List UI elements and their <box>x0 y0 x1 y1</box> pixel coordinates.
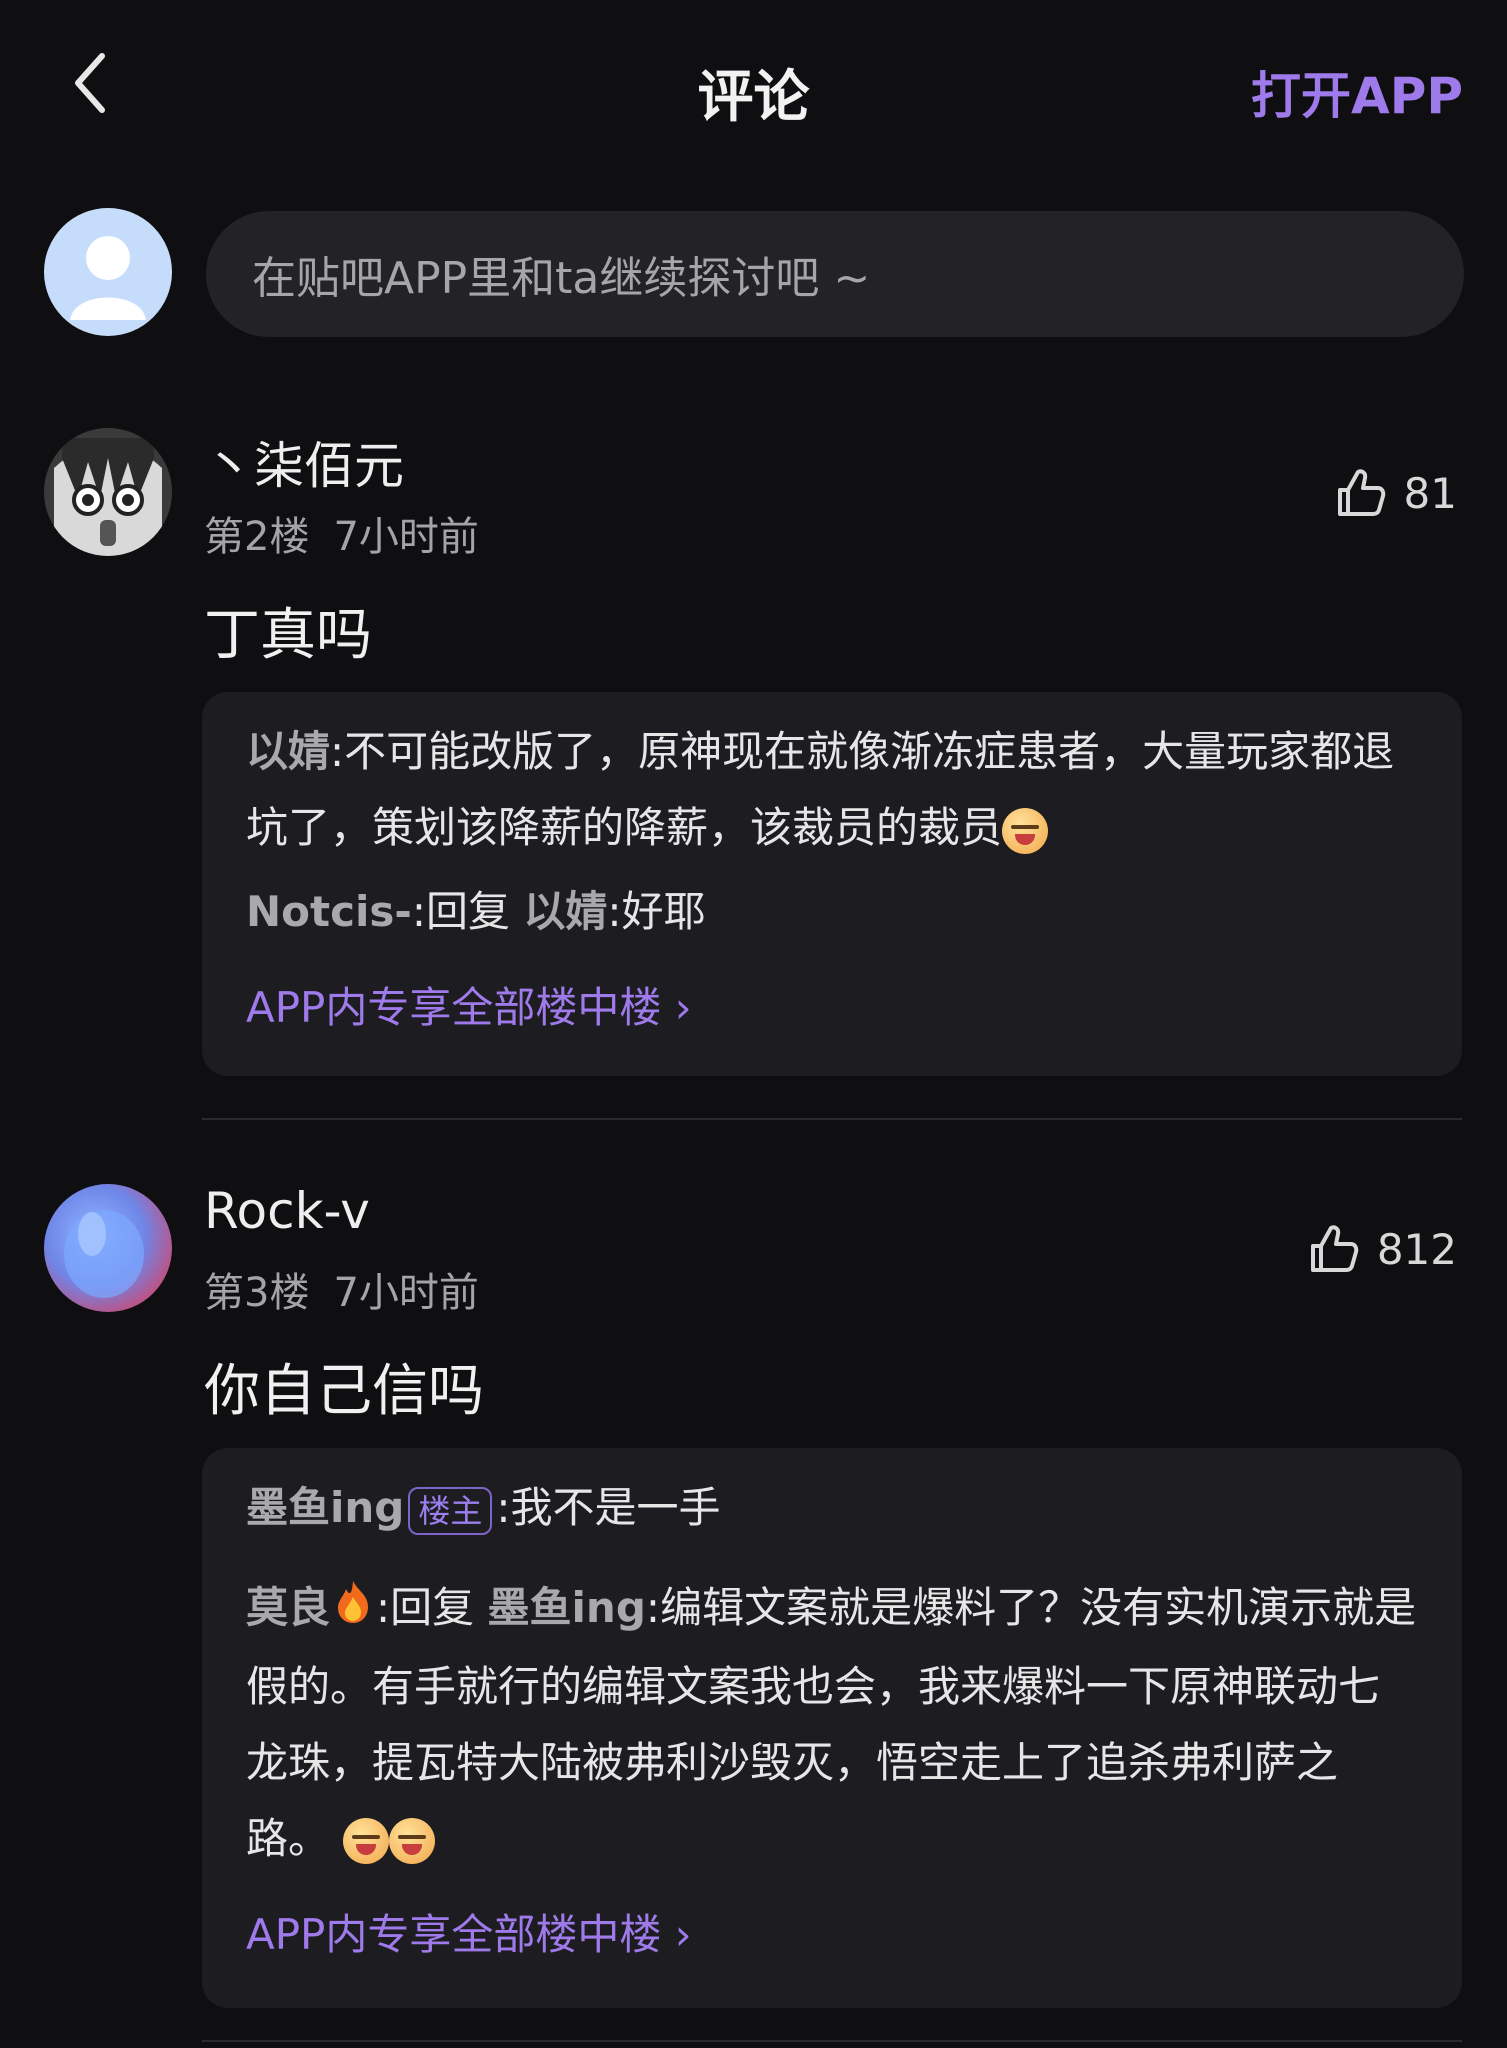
fire-icon <box>334 1573 372 1649</box>
reply-target[interactable]: 墨鱼ing <box>488 1583 646 1632</box>
reply-text: 好耶 <box>621 887 706 936</box>
reply-item: 以婧:不可能改版了，原神现在就像渐冻症患者，大量玩家都退坑了，策划该降薪的降薪，… <box>246 727 1395 854</box>
comment-input[interactable]: 在贴吧APP里和ta继续探讨吧 ~ <box>206 211 1464 337</box>
sub-replies: 墨鱼ing 楼主:我不是一手 莫良:回复 墨鱼ing:编辑文案就是爆料了？没有实机… <box>202 1448 1462 2008</box>
divider <box>202 2040 1462 2042</box>
grin-emoji-icon <box>389 1818 436 1864</box>
my-avatar <box>44 208 172 336</box>
user-placeholder-icon <box>70 236 146 320</box>
reply-text: 我不是一手 <box>510 1483 721 1532</box>
like-count: 812 <box>1376 1224 1457 1274</box>
open-app-button[interactable]: 打开APP <box>1251 56 1463 128</box>
view-all-replies-link[interactable]: APP内专享全部楼中楼 › <box>246 1901 692 1962</box>
reply-author[interactable]: 墨鱼ing <box>246 1483 404 1532</box>
reply-author[interactable]: 莫良 <box>246 1583 330 1632</box>
thumbs-up-icon <box>1310 1225 1359 1272</box>
grin-emoji-icon <box>343 1818 390 1864</box>
back-chevron-icon[interactable] <box>70 48 130 128</box>
floor-number: 第2楼 <box>204 514 310 560</box>
like-button[interactable]: 812 <box>1307 1222 1457 1276</box>
comment-text: 丁真吗 <box>204 603 372 668</box>
like-count: 81 <box>1403 468 1457 518</box>
comment-meta: 第2楼 7小时前 <box>204 504 479 562</box>
username[interactable]: 丶柒佰元 <box>204 426 404 498</box>
reply-target[interactable]: 以婧 <box>523 887 607 936</box>
reply-item: Notcis-:回复 以婧:好耶 <box>246 887 706 936</box>
grin-emoji-icon <box>1002 807 1049 854</box>
view-all-replies-link[interactable]: APP内专享全部楼中楼 › <box>246 974 692 1035</box>
sub-replies: 以婧:不可能改版了，原神现在就像渐冻症患者，大量玩家都退坑了，策划该降薪的降薪，… <box>202 692 1462 1076</box>
divider <box>202 1118 1462 1120</box>
reply-author[interactable]: 以婧 <box>246 727 330 776</box>
reply-item: 莫良:回复 墨鱼ing:编辑文案就是爆料了？没有实机演示就是假的。有手就行的编辑… <box>246 1570 1418 1877</box>
username[interactable]: Rock-v <box>204 1182 370 1240</box>
timestamp: 7小时前 <box>333 1270 479 1316</box>
like-button[interactable]: 81 <box>1334 466 1457 520</box>
floor-number: 第3楼 <box>204 1270 310 1316</box>
op-badge: 楼主 <box>408 1486 493 1535</box>
reply-item: 墨鱼ing 楼主:我不是一手 <box>246 1470 1418 1546</box>
timestamp: 7小时前 <box>333 514 479 560</box>
thumbs-up-icon <box>1337 469 1385 516</box>
avatar[interactable] <box>44 428 172 556</box>
comment-text: 你自己信吗 <box>204 1359 484 1424</box>
reply-text: 不可能改版了，原神现在就像渐冻症患者，大量玩家都退坑了，策划该降薪的降薪，该裁员… <box>246 727 1395 852</box>
comment-meta: 第3楼 7小时前 <box>204 1260 479 1318</box>
top-bar: 评论 打开APP <box>0 0 1507 180</box>
avatar[interactable] <box>44 1184 172 1312</box>
reply-author[interactable]: Notcis- <box>246 887 412 936</box>
comment-composer: 在贴吧APP里和ta继续探讨吧 ~ <box>44 208 1464 340</box>
